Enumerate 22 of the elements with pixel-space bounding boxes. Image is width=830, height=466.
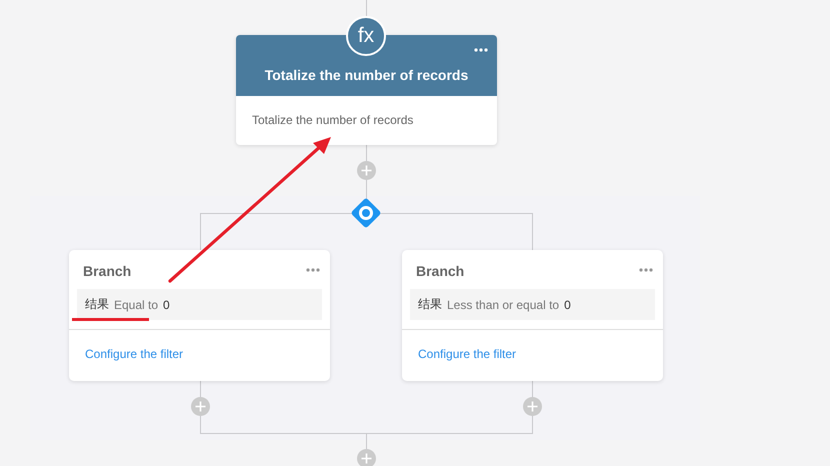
add-icon[interactable] [356, 448, 376, 466]
branch-card[interactable]: Branch 结果 Equal to 0 Configure the filter [69, 250, 330, 381]
configure-filter-link[interactable]: Configure the filter [85, 347, 184, 361]
condition-field: 结果 [85, 296, 109, 313]
add-icon[interactable] [522, 396, 542, 416]
condition-field: 结果 [418, 296, 442, 313]
branch-card[interactable]: Branch 结果 Less than or equal to 0 Configure the filter [402, 250, 663, 381]
function-icon: fx [346, 16, 386, 56]
condition-operator: Less than or equal to [447, 298, 560, 312]
add-icon[interactable] [190, 396, 210, 416]
add-icon[interactable] [356, 160, 376, 180]
condition-value: 0 [564, 298, 571, 312]
configure-filter-link[interactable]: Configure the filter [418, 347, 516, 361]
branch-title: Branch [83, 263, 132, 279]
condition-operator: Equal to [114, 298, 158, 312]
more-icon[interactable] [639, 268, 653, 272]
branch-title: Branch [416, 263, 464, 279]
card-description: Totalize the number of records [251, 112, 414, 129]
card-title: Totalize the number of records [264, 67, 468, 83]
condition-value: 0 [163, 298, 170, 312]
more-icon[interactable] [306, 268, 320, 272]
more-icon[interactable] [474, 48, 488, 52]
